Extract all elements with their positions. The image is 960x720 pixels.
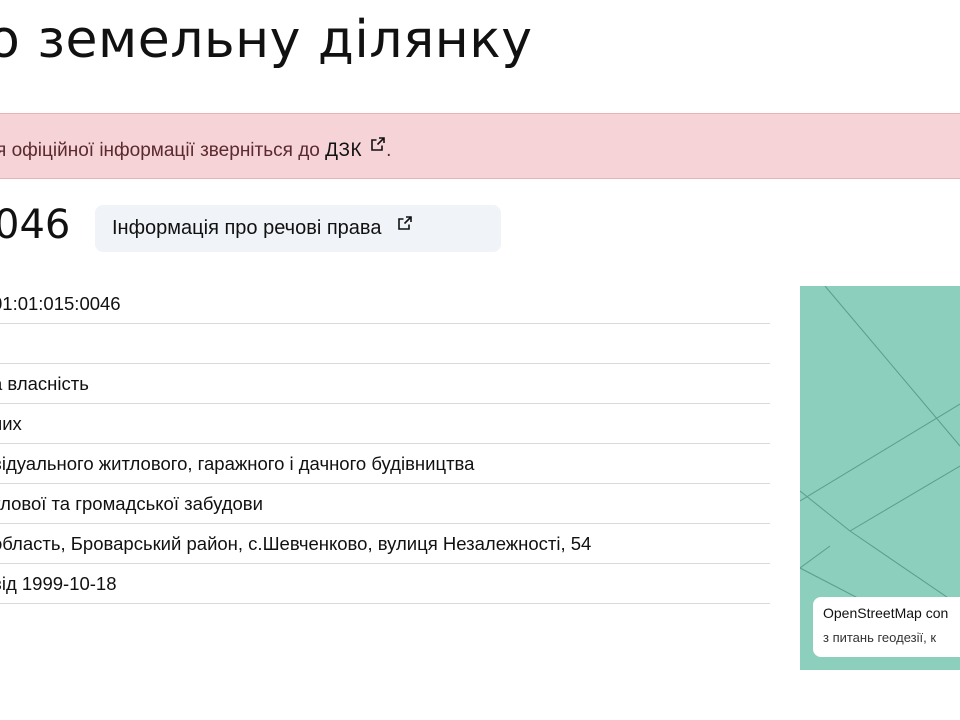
property-rights-button-label: Інформація про речові права	[112, 217, 382, 239]
alert-message: я офіційної інформації зверніться до	[0, 140, 326, 161]
detail-value: від 1999-10-18	[0, 573, 117, 594]
detail-row-purpose: відуального житлового, гаражного і дачно…	[0, 444, 770, 484]
property-rights-button[interactable]: Інформація про речові права	[95, 205, 501, 252]
detail-value: тлової та громадської забудови	[0, 493, 263, 514]
detail-value: 01:01:015:0046	[0, 293, 121, 314]
detail-value: а власність	[0, 373, 89, 394]
alert-period: .	[386, 140, 392, 161]
detail-row-empty	[0, 324, 770, 364]
external-link-icon	[370, 136, 386, 158]
cadastral-number-heading: 046	[0, 202, 71, 248]
page: о земельну ділянку я офіційної інформаці…	[0, 0, 960, 720]
osm-attribution[interactable]: OpenStreetMap con	[823, 605, 960, 621]
external-link-icon	[397, 214, 413, 237]
detail-row-date: від 1999-10-18	[0, 564, 770, 604]
parcel-details-list: 01:01:015:0046 а власність них відуально…	[0, 284, 770, 604]
dzk-link[interactable]: ДЗК	[325, 137, 386, 161]
detail-row-cadastral-number: 01:01:015:0046	[0, 284, 770, 324]
detail-row-category: них	[0, 404, 770, 444]
detail-value: відуального житлового, гаражного і дачно…	[0, 453, 475, 474]
detail-row-ownership: а власність	[0, 364, 770, 404]
detail-row-address: область, Броварський район, с.Шевченково…	[0, 524, 770, 564]
alert-text: я офіційної інформації зверніться до ДЗК…	[0, 136, 391, 162]
page-title: о земельну ділянку	[0, 10, 533, 70]
geodesy-note: з питань геодезії, к	[823, 630, 937, 645]
detail-row-land-use: тлової та громадської забудови	[0, 484, 770, 524]
dzk-link-label: ДЗК	[325, 140, 363, 161]
detail-value: них	[0, 413, 22, 434]
map-attribution: OpenStreetMap con з питань геодезії, к	[813, 597, 960, 657]
info-alert: я офіційної інформації зверніться до ДЗК…	[0, 113, 960, 179]
detail-value: область, Броварський район, с.Шевченково…	[0, 533, 592, 554]
parcel-map[interactable]: OpenStreetMap con з питань геодезії, к	[800, 286, 960, 670]
